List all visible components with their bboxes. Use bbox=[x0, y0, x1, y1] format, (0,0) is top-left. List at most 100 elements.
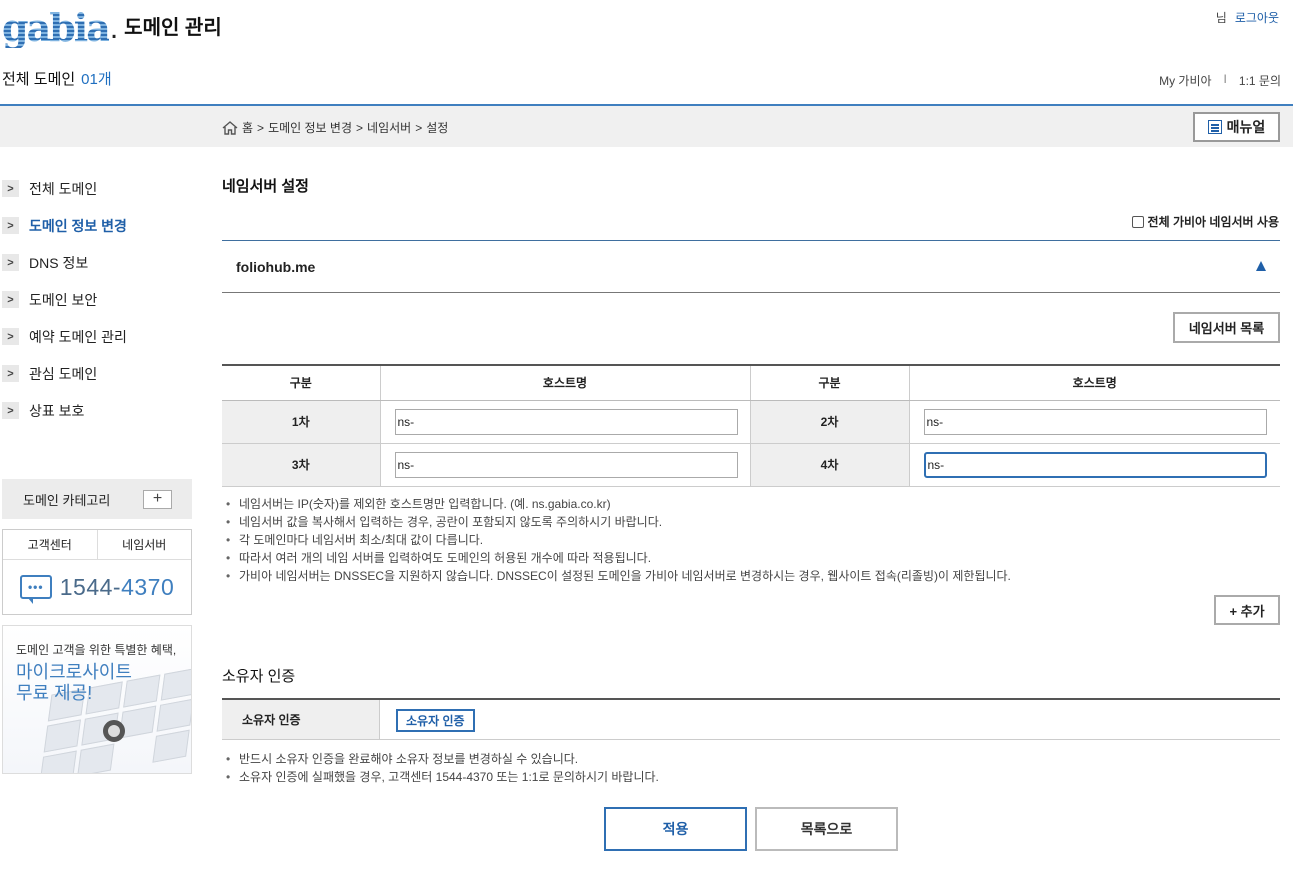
sidebar-item-label: 전체 도메인 bbox=[29, 180, 98, 197]
nameserver-notes: 네임서버는 IP(숫자)를 제외한 호스트명만 입력합니다. (예. ns.ga… bbox=[226, 495, 1011, 585]
crumb-sep: > bbox=[415, 120, 423, 135]
support-phone: ••• 1544-4370 bbox=[3, 560, 191, 614]
apply-button[interactable]: 적용 bbox=[604, 807, 747, 851]
table-header-row: 구분 호스트명 구분 호스트명 bbox=[222, 365, 1280, 401]
chat-icon: ••• bbox=[19, 575, 52, 604]
gabia-logo[interactable]: gabia . 도메인 관리 bbox=[2, 8, 222, 48]
chevron-right-icon: > bbox=[2, 402, 19, 419]
manual-button[interactable]: 매뉴얼 bbox=[1193, 112, 1280, 142]
sidebar-item-label: DNS 정보 bbox=[29, 254, 89, 271]
owner-row-label: 소유자 인증 bbox=[222, 700, 380, 739]
checkbox-icon[interactable] bbox=[1131, 215, 1144, 228]
logo-dot: . bbox=[109, 12, 119, 45]
note-item: 반드시 소유자 인증을 완료해야 소유자 정보를 변경하실 수 있습니다. bbox=[226, 750, 659, 768]
ns3-input[interactable] bbox=[394, 451, 738, 478]
owner-section-title: 소유자 인증 bbox=[222, 668, 296, 685]
ns2-input[interactable] bbox=[923, 408, 1267, 435]
ns-cell-1 bbox=[380, 400, 751, 444]
ns-cell-2 bbox=[909, 400, 1280, 444]
sidebar-item-security[interactable]: > 도메인 보안 bbox=[2, 281, 192, 318]
chevron-right-icon: > bbox=[2, 291, 19, 308]
note-item: 각 도메인마다 네임서버 최소/최대 값이 다릅니다. bbox=[226, 531, 1011, 549]
sidebar-item-label: 예약 도메인 관리 bbox=[29, 328, 127, 345]
page-title: 도메인 관리 bbox=[124, 17, 222, 39]
col-header-category: 구분 bbox=[750, 365, 910, 401]
collapse-triangle-icon[interactable] bbox=[1256, 261, 1266, 271]
sidebar-item-all-domains[interactable]: > 전체 도메인 bbox=[2, 170, 192, 207]
crumb-home[interactable]: 홈 bbox=[242, 119, 253, 136]
all-gabia-ns-label: 전체 가비아 네임서버 사용 bbox=[1147, 215, 1279, 229]
domain-name: foliohub.me bbox=[236, 259, 316, 275]
ns-label-4: 4차 bbox=[750, 443, 910, 487]
crumb-settings: 설정 bbox=[426, 121, 449, 135]
document-icon bbox=[1207, 120, 1222, 134]
ns4-input[interactable] bbox=[923, 451, 1267, 478]
note-item: 네임서버 값을 복사해서 입력하는 경우, 공란이 포함되지 않도록 주의하시기… bbox=[226, 513, 1011, 531]
logout-link[interactable]: 로그아웃 bbox=[1235, 9, 1279, 26]
note-item: 따라서 여러 개의 네임 서버를 입력하여도 도메인의 허용된 개수에 따라 적… bbox=[226, 549, 1011, 567]
sidebar-item-domain-info[interactable]: > 도메인 정보 변경 bbox=[2, 207, 192, 244]
chevron-right-icon: > bbox=[2, 254, 19, 271]
crumb-nameserver[interactable]: 네임서버 bbox=[367, 119, 411, 136]
crumb-sep: > bbox=[356, 120, 364, 135]
total-label: 전체 도메인 bbox=[2, 71, 76, 88]
total-count[interactable]: 01개 bbox=[81, 71, 112, 88]
support-box: 고객센터 네임서버 ••• 1544-4370 bbox=[2, 529, 192, 615]
col-header-category: 구분 bbox=[222, 365, 381, 401]
sidebar-item-trademark[interactable]: > 상표 보호 bbox=[2, 392, 192, 429]
crumb-domain-info[interactable]: 도메인 정보 변경 bbox=[268, 119, 352, 136]
chevron-right-icon: > bbox=[2, 180, 19, 197]
sidebar-item-dns[interactable]: > DNS 정보 bbox=[2, 244, 192, 281]
back-to-list-button[interactable]: 목록으로 bbox=[755, 807, 898, 851]
banner-title-line2: 무료 제공! bbox=[16, 683, 93, 703]
phone-suffix: 4370 bbox=[121, 573, 175, 600]
col-header-hostname: 호스트명 bbox=[909, 365, 1280, 401]
sidebar-nav: > 전체 도메인 > 도메인 정보 변경 > DNS 정보 > 도메인 보안 >… bbox=[2, 170, 192, 429]
sidebar-item-label: 관심 도메인 bbox=[29, 365, 98, 382]
phone-number: 1544-4370 bbox=[60, 574, 175, 601]
tab-nameserver[interactable]: 네임서버 bbox=[98, 530, 192, 559]
microsite-banner[interactable]: 도메인 고객을 위한 특별한 혜택, 마이크로사이트 무료 제공! bbox=[2, 625, 192, 774]
owner-verify-button[interactable]: 소유자 인증 bbox=[396, 709, 475, 732]
category-label: 도메인 카테고리 bbox=[23, 492, 111, 508]
section-title: 네임서버 설정 bbox=[222, 178, 309, 195]
inquiry-link[interactable]: 1:1 문의 bbox=[1239, 72, 1281, 89]
sidebar-item-label: 도메인 보안 bbox=[29, 291, 98, 308]
col-header-hostname: 호스트명 bbox=[380, 365, 751, 401]
total-domains: 전체 도메인 01개 bbox=[2, 68, 112, 89]
link-separator: I bbox=[1223, 72, 1227, 86]
nameserver-list-button[interactable]: 네임서버 목록 bbox=[1173, 312, 1280, 343]
chevron-right-icon: > bbox=[2, 328, 19, 345]
manual-label: 매뉴얼 bbox=[1226, 119, 1266, 135]
nameserver-table: 구분 호스트명 구분 호스트명 1차 2차 3차 4차 bbox=[222, 364, 1280, 487]
chevron-right-icon: > bbox=[2, 217, 19, 234]
home-icon[interactable] bbox=[222, 120, 238, 136]
ns-label-2: 2차 bbox=[750, 400, 910, 444]
phone-prefix: 1544- bbox=[59, 573, 122, 600]
sidebar-item-watchlist[interactable]: > 관심 도메인 bbox=[2, 355, 192, 392]
ns1-input[interactable] bbox=[394, 408, 738, 435]
owner-cell: 소유자 인증 bbox=[380, 700, 475, 739]
sidebar-item-reserved[interactable]: > 예약 도메인 관리 bbox=[2, 318, 192, 355]
owner-verification-row: 소유자 인증 소유자 인증 bbox=[222, 698, 1280, 740]
note-item: 네임서버는 IP(숫자)를 제외한 호스트명만 입력합니다. (예. ns.ga… bbox=[226, 495, 1011, 513]
breadcrumb: 홈 > 도메인 정보 변경 > 네임서버 > 설정 bbox=[222, 119, 448, 136]
user-area: 님 로그아웃 bbox=[1216, 9, 1279, 26]
sidebar-item-label: 상표 보호 bbox=[29, 402, 85, 419]
logo-wordmark: gabia bbox=[2, 5, 111, 50]
tab-customer-center[interactable]: 고객센터 bbox=[3, 530, 98, 559]
all-gabia-ns-checkbox[interactable]: 전체 가비아 네임서버 사용 bbox=[1131, 213, 1279, 230]
sidebar-item-label: 도메인 정보 변경 bbox=[29, 217, 127, 234]
breadcrumb-bar bbox=[0, 106, 1293, 147]
banner-subtitle: 도메인 고객을 위한 특별한 혜택, bbox=[16, 643, 177, 657]
add-nameserver-button[interactable]: + 추가 bbox=[1214, 595, 1280, 625]
disc-icon bbox=[103, 720, 125, 742]
add-category-button[interactable]: + bbox=[143, 490, 172, 509]
support-tabs: 고객센터 네임서버 bbox=[3, 530, 191, 560]
domain-row[interactable]: foliohub.me bbox=[222, 240, 1280, 293]
note-item: 소유자 인증에 실패했을 경우, 고객센터 1544-4370 또는 1:1로 … bbox=[226, 768, 659, 786]
my-gabia-link[interactable]: My 가비아 bbox=[1159, 72, 1211, 89]
chevron-right-icon: > bbox=[2, 365, 19, 382]
table-row: 1차 2차 bbox=[222, 400, 1280, 444]
ns-cell-3 bbox=[380, 443, 751, 487]
